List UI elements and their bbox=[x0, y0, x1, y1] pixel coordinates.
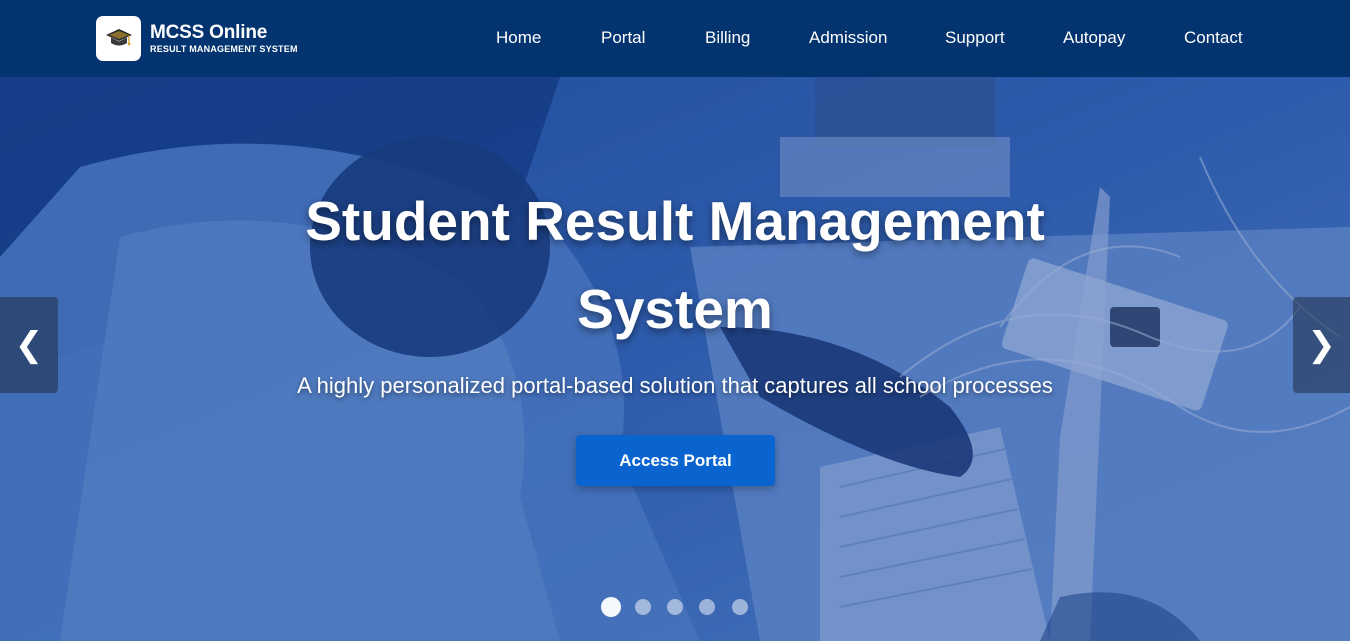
carousel-dot-1[interactable] bbox=[601, 597, 621, 617]
brand-tagline: RESULT MANAGEMENT SYSTEM bbox=[150, 44, 298, 54]
nav-autopay[interactable]: Autopay bbox=[1063, 28, 1125, 48]
carousel-dot-4[interactable] bbox=[699, 599, 715, 615]
logo[interactable] bbox=[96, 16, 141, 61]
hero-carousel: Student Result Management System A highl… bbox=[0, 77, 1350, 641]
carousel-next-button[interactable]: ❯ bbox=[1293, 297, 1350, 393]
nav-contact[interactable]: Contact bbox=[1184, 28, 1243, 48]
graduation-cap-icon bbox=[105, 28, 132, 45]
carousel-dot-2[interactable] bbox=[635, 599, 651, 615]
hero-subtitle: A highly personalized portal-based solut… bbox=[297, 373, 1053, 398]
nav-admission[interactable]: Admission bbox=[809, 28, 887, 48]
nav-home[interactable]: Home bbox=[496, 28, 541, 48]
carousel-dot-5[interactable] bbox=[732, 599, 748, 615]
brand[interactable]: MCSS Online RESULT MANAGEMENT SYSTEM bbox=[96, 16, 298, 61]
carousel-dot-3[interactable] bbox=[667, 599, 683, 615]
chevron-left-icon: ❮ bbox=[14, 325, 44, 365]
hero-title-line-1: Student Result Management bbox=[305, 190, 1045, 252]
hero-overlay bbox=[0, 77, 1350, 641]
nav-portal[interactable]: Portal bbox=[601, 28, 645, 48]
hero-title-line-2: System bbox=[577, 278, 773, 340]
brand-text: MCSS Online RESULT MANAGEMENT SYSTEM bbox=[150, 22, 298, 55]
site-header: MCSS Online RESULT MANAGEMENT SYSTEM Hom… bbox=[0, 0, 1350, 77]
carousel-prev-button[interactable]: ❮ bbox=[0, 297, 58, 393]
nav-support[interactable]: Support bbox=[945, 28, 1005, 48]
hero-title: Student Result Management System bbox=[0, 177, 1350, 353]
chevron-right-icon: ❯ bbox=[1307, 325, 1336, 365]
brand-name: MCSS Online bbox=[150, 22, 268, 43]
nav-billing[interactable]: Billing bbox=[705, 28, 750, 48]
carousel-indicators bbox=[0, 596, 1350, 617]
access-portal-button[interactable]: Access Portal bbox=[576, 435, 775, 486]
